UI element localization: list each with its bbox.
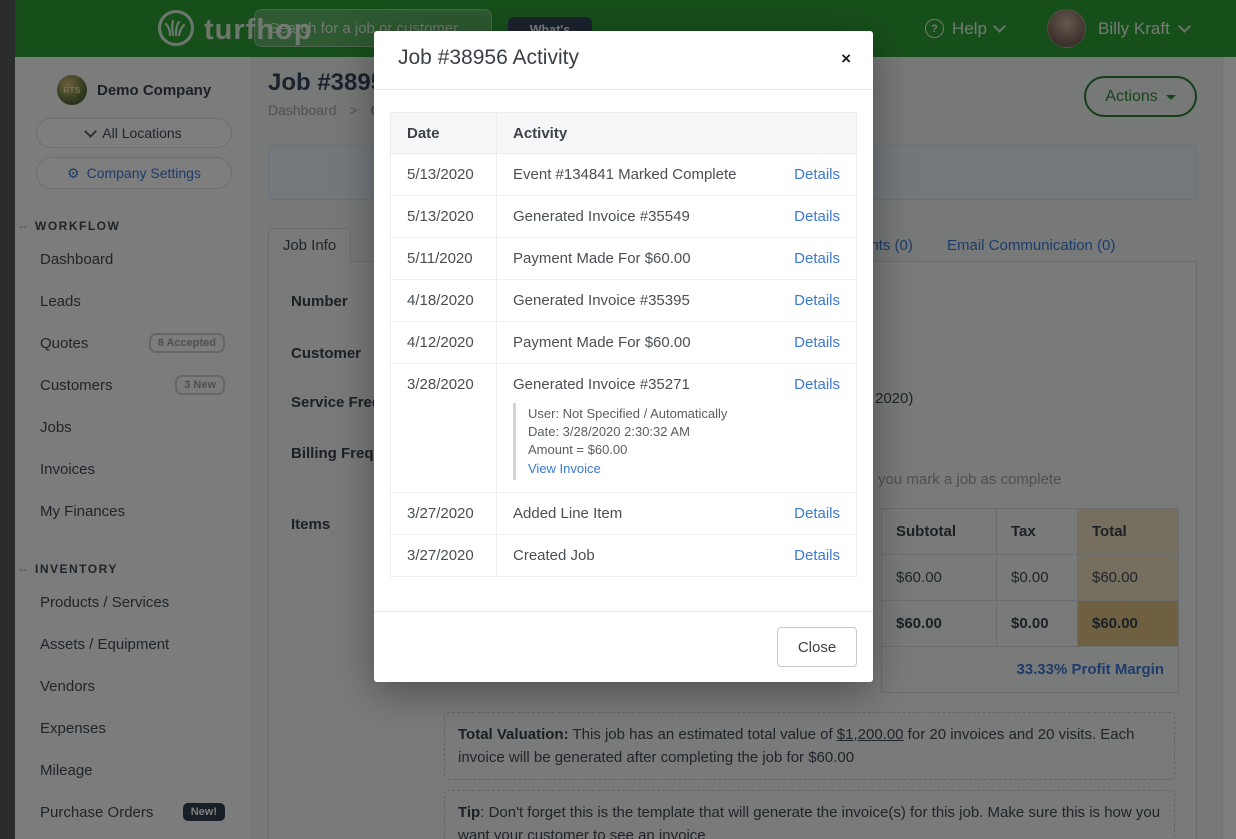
activity-detail-line: Date: 3/28/2020 2:30:32 AM bbox=[528, 423, 840, 441]
activity-row: 5/11/2020 Payment Made For $60.00 Details bbox=[391, 238, 857, 280]
activity-cell: Generated Invoice #35395 Details bbox=[497, 280, 857, 322]
activity-detail-line: User: Not Specified / Automatically bbox=[528, 405, 840, 423]
activity-row: 4/12/2020 Payment Made For $60.00 Details bbox=[391, 322, 857, 364]
screen: turfhop What's New? ? Help Billy Kraft R… bbox=[0, 0, 1236, 839]
activity-table: DateActivity 5/13/2020 Event #134841 Mark… bbox=[390, 112, 857, 577]
activity-date: 5/13/2020 bbox=[391, 196, 497, 238]
details-link[interactable]: Details bbox=[794, 166, 840, 183]
activity-line: Added Line Item Details bbox=[513, 505, 840, 522]
activity-text: Payment Made For $60.00 bbox=[513, 250, 691, 267]
activity-col-date: Date bbox=[391, 113, 497, 154]
activity-line: Created Job Details bbox=[513, 547, 840, 564]
activity-cell: Created Job Details bbox=[497, 535, 857, 577]
activity-line: Payment Made For $60.00 Details bbox=[513, 250, 840, 267]
activity-text: Added Line Item bbox=[513, 505, 622, 522]
details-link[interactable]: Details bbox=[794, 208, 840, 225]
activity-date: 5/13/2020 bbox=[391, 154, 497, 196]
activity-cell: Event #134841 Marked Complete Details bbox=[497, 154, 857, 196]
close-icon[interactable]: × bbox=[835, 49, 857, 68]
activity-text: Event #134841 Marked Complete bbox=[513, 166, 736, 183]
activity-line: Payment Made For $60.00 Details bbox=[513, 334, 840, 351]
details-link[interactable]: Details bbox=[794, 250, 840, 267]
activity-line: Generated Invoice #35395 Details bbox=[513, 292, 840, 309]
activity-text: Generated Invoice #35271 bbox=[513, 376, 690, 393]
activity-cell: Generated Invoice #35549 Details bbox=[497, 196, 857, 238]
activity-row: 5/13/2020 Generated Invoice #35549 Details bbox=[391, 196, 857, 238]
activity-date: 3/27/2020 bbox=[391, 535, 497, 577]
activity-date: 4/18/2020 bbox=[391, 280, 497, 322]
activity-cell: Generated Invoice #35271 Details User: Not… bbox=[497, 364, 857, 493]
view-invoice-link[interactable]: View Invoice bbox=[528, 460, 601, 478]
details-link[interactable]: Details bbox=[794, 292, 840, 309]
job-activity-modal: Job #38956 Activity × DateActivity 5/13/… bbox=[374, 31, 873, 682]
activity-row: 5/13/2020 Event #134841 Marked Complete De… bbox=[391, 154, 857, 196]
close-button[interactable]: Close bbox=[777, 627, 857, 667]
details-link[interactable]: Details bbox=[794, 376, 840, 393]
modal-title: Job #38956 Activity bbox=[398, 46, 579, 70]
activity-text: Payment Made For $60.00 bbox=[513, 334, 691, 351]
activity-detail-block: User: Not Specified / AutomaticallyDate:… bbox=[513, 403, 840, 480]
activity-detail-line: Amount = $60.00 bbox=[528, 441, 840, 459]
activity-text: Generated Invoice #35395 bbox=[513, 292, 690, 309]
modal-header: Job #38956 Activity × bbox=[374, 31, 873, 90]
activity-date: 5/11/2020 bbox=[391, 238, 497, 280]
activity-cell: Payment Made For $60.00 Details bbox=[497, 238, 857, 280]
activity-line: Event #134841 Marked Complete Details bbox=[513, 166, 840, 183]
activity-row: 3/27/2020 Created Job Details bbox=[391, 535, 857, 577]
activity-text: Generated Invoice #35549 bbox=[513, 208, 690, 225]
details-link[interactable]: Details bbox=[794, 334, 840, 351]
activity-date: 3/27/2020 bbox=[391, 493, 497, 535]
details-link[interactable]: Details bbox=[794, 505, 840, 522]
activity-cell: Added Line Item Details bbox=[497, 493, 857, 535]
activity-row: 4/18/2020 Generated Invoice #35395 Details bbox=[391, 280, 857, 322]
activity-date: 3/28/2020 bbox=[391, 364, 497, 493]
activity-text: Created Job bbox=[513, 547, 595, 564]
modal-footer: Close bbox=[374, 611, 873, 682]
activity-row: 3/27/2020 Added Line Item Details bbox=[391, 493, 857, 535]
activity-cell: Payment Made For $60.00 Details bbox=[497, 322, 857, 364]
modal-body: DateActivity 5/13/2020 Event #134841 Mark… bbox=[374, 90, 873, 577]
activity-line: Generated Invoice #35549 Details bbox=[513, 208, 840, 225]
activity-col-activity: Activity bbox=[497, 113, 857, 154]
activity-line: Generated Invoice #35271 Details bbox=[513, 376, 840, 393]
details-link[interactable]: Details bbox=[794, 547, 840, 564]
activity-row: 3/28/2020 Generated Invoice #35271 Details… bbox=[391, 364, 857, 493]
activity-date: 4/12/2020 bbox=[391, 322, 497, 364]
activity-table-header-row: DateActivity bbox=[391, 113, 857, 154]
